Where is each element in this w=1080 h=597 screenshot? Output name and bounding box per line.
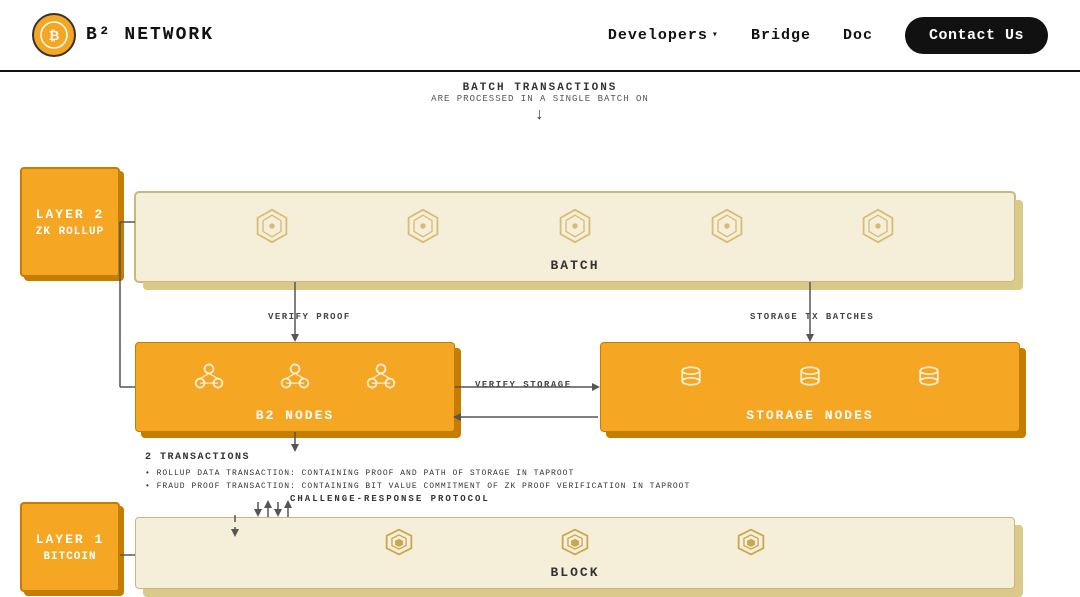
batch-hex-icon-2 <box>405 208 441 244</box>
batch-transactions-title: BATCH TRANSACTIONS <box>463 82 618 94</box>
nav-developers[interactable]: Developers ▾ <box>608 27 719 44</box>
layer1-title: LAYER 1 <box>36 532 105 547</box>
b2node-icon-3 <box>365 360 397 392</box>
storage-label: STORAGE NODES <box>746 408 873 423</box>
layer2-title: LAYER 2 <box>36 207 105 222</box>
block-box: BLOCK <box>135 517 1015 589</box>
diagram-area: BATCH TRANSACTIONS ARE PROCESSED IN A SI… <box>0 72 1080 597</box>
block-icons <box>312 518 839 565</box>
storage-icon-2 <box>796 362 824 390</box>
chevron-down-icon: ▾ <box>712 29 719 41</box>
tx-item1: • ROLLUP DATA TRANSACTION: CONTAINING PR… <box>145 468 690 481</box>
navbar: ₿ B² NETWORK Developers ▾ Bridge Doc Con… <box>0 0 1080 72</box>
storage-tx-label: STORAGE TX BATCHES <box>750 312 874 322</box>
b2node-icon-1 <box>193 360 225 392</box>
nav-doc[interactable]: Doc <box>843 27 873 44</box>
batch-hex-icon-1 <box>254 208 290 244</box>
logo[interactable]: ₿ B² NETWORK <box>32 13 214 57</box>
storage-icon-1 <box>677 362 705 390</box>
b2nodes-box: B2 NODES <box>135 342 455 432</box>
layer1-box: LAYER 1 BITCOIN <box>20 502 120 592</box>
batch-icons <box>136 193 1014 258</box>
nav-bridge[interactable]: Bridge <box>751 27 811 44</box>
block-icon-2 <box>560 527 590 557</box>
batch-box: BATCH <box>135 192 1015 282</box>
batch-label: BATCH <box>550 258 599 273</box>
batch-hex-icon-4 <box>709 208 745 244</box>
verify-storage-label: VERIFY STORAGE <box>475 380 572 390</box>
batch-arrow-down: ↓ <box>534 106 545 124</box>
logo-icon: ₿ <box>32 13 76 57</box>
block-label: BLOCK <box>550 565 599 580</box>
b2node-icon-2 <box>279 360 311 392</box>
svg-text:₿: ₿ <box>49 28 60 43</box>
b2nodes-icons <box>136 343 454 408</box>
storage-icons <box>601 343 1019 408</box>
batch-transactions-header: BATCH TRANSACTIONS ARE PROCESSED IN A SI… <box>431 82 649 124</box>
layer2-box: LAYER 2 ZK ROLLUP <box>20 167 120 277</box>
tx-title: 2 TRANSACTIONS <box>145 450 690 466</box>
tx-item2: • FRAUD PROOF TRANSACTION: CONTAINING BI… <box>145 481 690 494</box>
storage-box: STORAGE NODES <box>600 342 1020 432</box>
batch-hex-icon-5 <box>860 208 896 244</box>
nav-links: Developers ▾ Bridge Doc Contact Us <box>608 17 1048 54</box>
challenge-label: CHALLENGE-RESPONSE PROTOCOL <box>290 494 490 504</box>
block-icon-3 <box>736 527 766 557</box>
layer1-sub: BITCOIN <box>43 551 96 563</box>
batch-hex-icon-3 <box>557 208 593 244</box>
b2nodes-label: B2 NODES <box>256 408 334 423</box>
transaction-info: 2 TRANSACTIONS • ROLLUP DATA TRANSACTION… <box>145 450 690 494</box>
storage-icon-3 <box>915 362 943 390</box>
contact-us-button[interactable]: Contact Us <box>905 17 1048 54</box>
verify-proof-label: VERIFY PROOF <box>268 312 351 322</box>
layer2-sub: ZK ROLLUP <box>36 226 104 238</box>
logo-text: B² NETWORK <box>86 25 214 45</box>
batch-transactions-sub: ARE PROCESSED IN A SINGLE BATCH ON <box>431 94 649 104</box>
block-icon-1 <box>384 527 414 557</box>
